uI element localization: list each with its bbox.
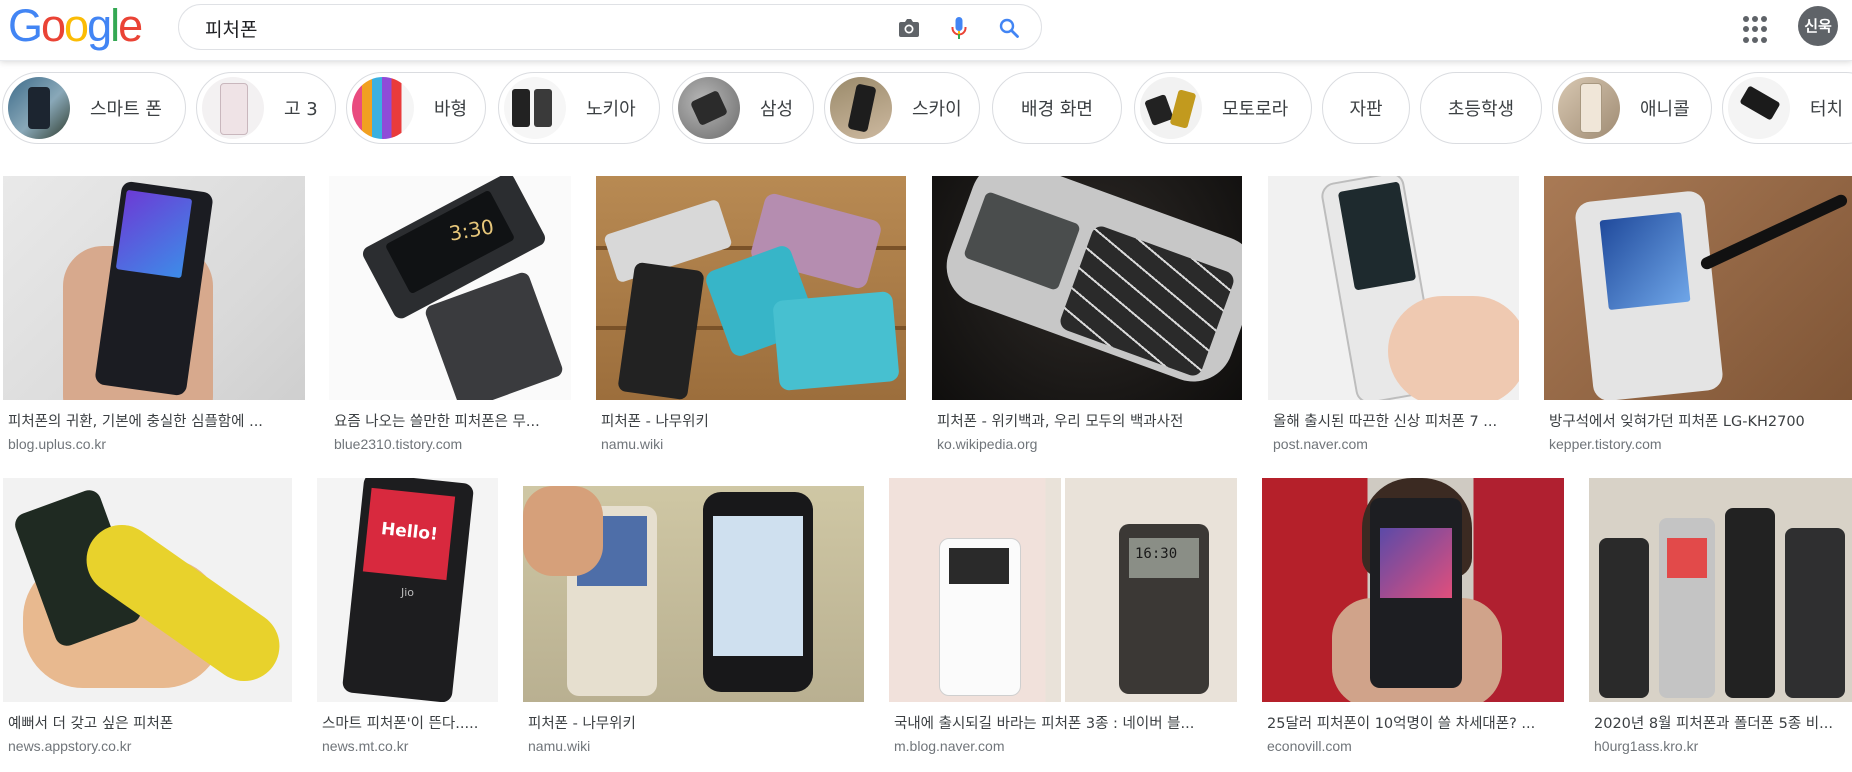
result-image — [523, 486, 864, 702]
chip-touch[interactable]: 터치 — [1722, 72, 1852, 144]
chip-bar-type[interactable]: 바형 — [346, 72, 486, 144]
image-result[interactable]: 방구석에서 잊혀가던 피처폰 LG-KH2700 kepper.tistory.… — [1544, 176, 1852, 456]
logo-letter: e — [118, 0, 143, 51]
image-result[interactable]: 올해 출시된 따끈한 신상 피처폰 7 ... post.naver.com — [1268, 176, 1519, 456]
result-source: namu.wiki — [528, 738, 591, 754]
result-title: 피처폰의 귀환, 기본에 충실한 심플함에 ... — [8, 414, 263, 430]
chip-smartphone[interactable]: 스마트 폰 — [2, 72, 186, 144]
result-image — [1544, 176, 1852, 400]
result-source: kepper.tistory.com — [1549, 436, 1662, 452]
logo-letter: o — [41, 0, 66, 51]
chip-label: 자판 — [1349, 99, 1383, 120]
chip-thumbnail — [8, 77, 70, 139]
logo-letter: o — [64, 0, 89, 51]
result-image — [1589, 478, 1852, 702]
result-title: 방구석에서 잊혀가던 피처폰 LG-KH2700 — [1549, 414, 1805, 430]
image-result[interactable]: 피처폰 - 나무위키 namu.wiki — [523, 478, 864, 758]
chip-label: 터치 — [1810, 99, 1844, 120]
result-image: 3:30 — [329, 176, 571, 400]
result-title: 피처폰 - 나무위키 — [601, 414, 709, 430]
image-result[interactable]: 16:30 국내에 출시되길 바라는 피처폰 3종 : 네이버 블... m.b… — [889, 478, 1237, 758]
chip-wallpaper[interactable]: 배경 화면 — [992, 72, 1122, 144]
result-title: 25달러 피처폰이 10억명이 쓸 차세대폰? ... — [1267, 716, 1536, 732]
search-icon[interactable] — [995, 14, 1023, 42]
result-image — [596, 176, 906, 400]
result-image — [932, 176, 1242, 400]
chip-keypad[interactable]: 자판 — [1322, 72, 1410, 144]
chip-label: 모토로라 — [1222, 99, 1289, 120]
chip-thumbnail — [352, 77, 414, 139]
image-result[interactable]: Hello! Jio 스마트 피처폰'이 뜬다..... news.mt.co.… — [317, 478, 498, 758]
result-title: 예뻐서 더 갖고 싶은 피처폰 — [8, 716, 174, 732]
result-source: news.appstory.co.kr — [8, 738, 132, 754]
result-image — [1268, 176, 1519, 400]
result-image: 16:30 — [889, 478, 1237, 702]
search-box — [178, 4, 1042, 50]
result-source: ko.wikipedia.org — [937, 436, 1038, 452]
result-source: econovill.com — [1267, 738, 1352, 754]
chip-anycall[interactable]: 애니콜 — [1552, 72, 1712, 144]
logo-letter: l — [110, 0, 120, 51]
result-title: 요즘 나오는 쓸만한 피처폰은 무... — [334, 414, 540, 430]
chip-label: 노키아 — [586, 99, 636, 120]
chip-go3[interactable]: 고 3 — [196, 72, 336, 144]
chip-thumbnail — [202, 77, 264, 139]
chip-thumbnail — [1140, 77, 1202, 139]
result-source: blog.uplus.co.kr — [8, 436, 107, 452]
result-title: 피처폰 - 나무위키 — [528, 716, 636, 732]
result-source: blue2310.tistory.com — [334, 436, 463, 452]
chip-thumbnail — [504, 77, 566, 139]
related-search-chips: 스마트 폰 고 3 바형 노키아 삼성 스카이 배경 화면 모토로라 자판 초등… — [0, 72, 1852, 148]
chip-sky[interactable]: 스카이 — [824, 72, 980, 144]
chip-label: 초등학생 — [1447, 99, 1515, 120]
result-title: 스마트 피처폰'이 뜬다..... — [322, 716, 479, 732]
chip-label: 스마트 폰 — [90, 99, 162, 120]
apps-icon[interactable] — [1741, 14, 1773, 46]
google-logo[interactable]: Google — [8, 0, 143, 51]
avatar[interactable]: 신욱 — [1798, 6, 1838, 46]
chip-label: 스카이 — [912, 99, 962, 120]
image-result[interactable]: 피처폰의 귀환, 기본에 충실한 심플함에 ... blog.uplus.co.… — [3, 176, 305, 456]
camera-icon[interactable] — [895, 14, 923, 42]
chip-elementary[interactable]: 초등학생 — [1420, 72, 1542, 144]
result-source: h0urg1ass.kro.kr — [1594, 738, 1699, 754]
image-result[interactable]: 피처폰 - 나무위키 namu.wiki — [596, 176, 906, 456]
logo-letter: G — [8, 0, 43, 51]
result-title: 국내에 출시되길 바라는 피처폰 3종 : 네이버 블... — [894, 716, 1195, 732]
result-title: 2020년 8월 피처폰과 폴더폰 5종 비... — [1594, 716, 1833, 732]
chip-label: 배경 화면 — [1021, 99, 1093, 120]
result-source: post.naver.com — [1273, 436, 1368, 452]
result-image: Hello! Jio — [317, 478, 498, 702]
chip-thumbnail — [830, 77, 892, 139]
chip-samsung[interactable]: 삼성 — [672, 72, 814, 144]
chip-motorola[interactable]: 모토로라 — [1134, 72, 1312, 144]
result-source: namu.wiki — [601, 436, 664, 452]
image-result[interactable]: 25달러 피처폰이 10억명이 쓸 차세대폰? ... econovill.co… — [1262, 478, 1564, 758]
result-title: 피처폰 - 위키백과, 우리 모두의 백과사전 — [937, 414, 1184, 430]
jio-brand-text: Jio — [401, 586, 415, 599]
result-image — [3, 176, 305, 400]
chip-label: 삼성 — [760, 99, 794, 120]
chip-label: 고 3 — [284, 99, 318, 120]
phone-clock-text: 16:30 — [1135, 546, 1178, 562]
top-bar: Google 신욱 — [0, 0, 1852, 61]
chip-thumbnail — [678, 77, 740, 139]
chip-thumbnail — [1728, 77, 1790, 139]
chip-thumbnail — [1558, 77, 1620, 139]
search-input[interactable] — [203, 13, 827, 43]
result-image — [1262, 478, 1564, 702]
result-source: news.mt.co.kr — [322, 738, 409, 754]
chip-nokia[interactable]: 노키아 — [498, 72, 660, 144]
chip-label: 애니콜 — [1640, 99, 1690, 120]
microphone-icon[interactable] — [945, 14, 973, 42]
result-title: 올해 출시된 따끈한 신상 피처폰 7 ... — [1273, 414, 1498, 430]
image-result[interactable]: 2020년 8월 피처폰과 폴더폰 5종 비... h0urg1ass.kro.… — [1589, 478, 1852, 758]
result-source: m.blog.naver.com — [894, 738, 1005, 754]
image-result[interactable]: 피처폰 - 위키백과, 우리 모두의 백과사전 ko.wikipedia.org — [932, 176, 1242, 456]
image-result[interactable]: 3:30 요즘 나오는 쓸만한 피처폰은 무... blue2310.tisto… — [329, 176, 571, 456]
result-image — [3, 478, 292, 702]
chip-label: 바형 — [434, 99, 468, 120]
logo-letter: g — [87, 0, 112, 51]
image-result[interactable]: 예뻐서 더 갖고 싶은 피처폰 news.appstory.co.kr — [3, 478, 292, 758]
